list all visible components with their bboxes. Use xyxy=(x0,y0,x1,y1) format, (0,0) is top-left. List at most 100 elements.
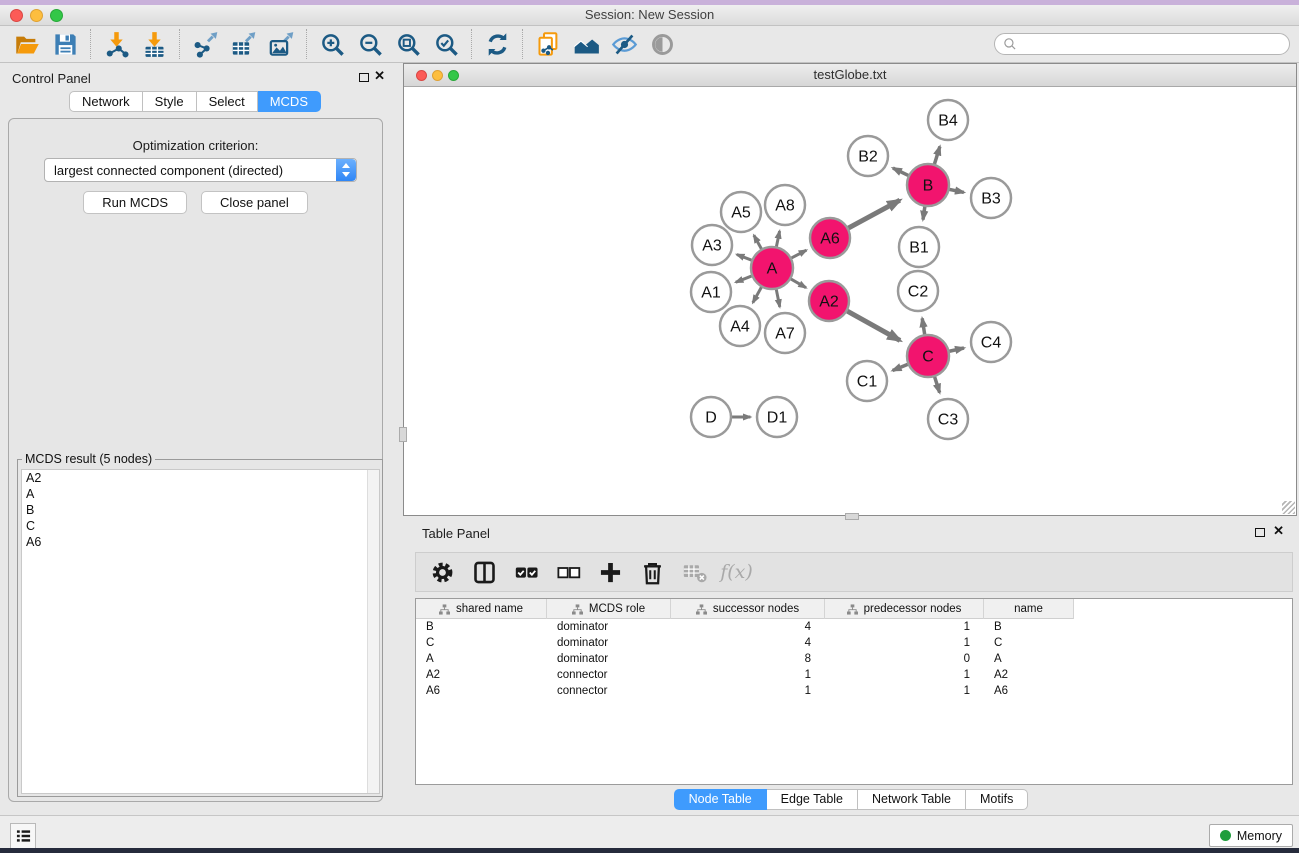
export-network-button[interactable] xyxy=(186,28,224,60)
search-input[interactable] xyxy=(1018,37,1289,51)
window-titlebar[interactable]: Session: New Session xyxy=(0,5,1299,26)
home-button[interactable] xyxy=(567,28,605,60)
table-row[interactable]: Bdominator41B xyxy=(416,619,1292,635)
node-label-B3: B3 xyxy=(981,191,1001,208)
toolbar-separator xyxy=(471,29,472,59)
optimization-criterion-select[interactable]: largest connected component (directed) xyxy=(44,158,357,182)
cell-shared-name: B xyxy=(416,619,547,635)
clone-network-button[interactable] xyxy=(529,28,567,60)
node-label-A3: A3 xyxy=(702,238,722,255)
zoom-selected-button[interactable] xyxy=(427,28,465,60)
zoom-in-button[interactable] xyxy=(313,28,351,60)
node-label-C: C xyxy=(922,349,934,366)
result-item[interactable]: A6 xyxy=(22,534,379,550)
table-panel-close-icon[interactable]: ✕ xyxy=(1273,523,1284,539)
column-header-successor-nodes[interactable]: successor nodes xyxy=(671,599,825,619)
export-table-button[interactable] xyxy=(224,28,262,60)
tab-style[interactable]: Style xyxy=(143,91,197,112)
import-network-button[interactable] xyxy=(97,28,135,60)
function-builder-button: f(x) xyxy=(720,556,753,588)
table-panel-float-button[interactable] xyxy=(1255,528,1265,537)
show-details-button[interactable] xyxy=(643,28,681,60)
control-panel-float-button[interactable] xyxy=(359,73,369,82)
network-graph[interactable]: B4B2BB3A8A5A6A3B1AC2A1A2A4A7C4CC1C3DD1 xyxy=(404,87,1296,515)
table-row[interactable]: Adominator80A xyxy=(416,651,1292,667)
save-session-button[interactable] xyxy=(46,28,84,60)
memory-button[interactable]: Memory xyxy=(1209,824,1293,847)
zoom-selected-icon xyxy=(433,31,460,58)
tab-select[interactable]: Select xyxy=(197,91,258,112)
open-session-button[interactable] xyxy=(8,28,46,60)
mcds-result-title: MCDS result (5 nodes) xyxy=(22,452,155,466)
select-all-rows-icon xyxy=(513,559,540,586)
export-table-icon xyxy=(230,31,257,58)
toggle-columns-button[interactable] xyxy=(468,556,501,588)
memory-label: Memory xyxy=(1237,829,1282,843)
export-image-button[interactable] xyxy=(262,28,300,60)
result-item[interactable]: B xyxy=(22,502,379,518)
network-window-titlebar[interactable]: testGlobe.txt xyxy=(404,64,1296,87)
table-panel: Table Panel ✕ f(x) shared nameMCDS roles… xyxy=(403,518,1299,815)
unselect-all-rows-button[interactable] xyxy=(552,556,585,588)
tab-network[interactable]: Network xyxy=(69,91,143,112)
save-session-icon xyxy=(52,31,79,58)
resize-grip-icon[interactable] xyxy=(1282,501,1295,514)
table-body: Bdominator41BCdominator41CAdominator80AA… xyxy=(416,619,1292,699)
network-view-window[interactable]: testGlobe.txt B4B2BB3A8A5A6A3B1AC2A1A2A4… xyxy=(403,63,1297,516)
refresh-button[interactable] xyxy=(478,28,516,60)
node-label-C1: C1 xyxy=(857,374,878,391)
desktop-strip-bottom xyxy=(0,848,1299,853)
edge-A2-C[interactable] xyxy=(845,310,900,341)
table-row[interactable]: A2connector11A2 xyxy=(416,667,1292,683)
function-builder-icon: f(x) xyxy=(720,561,753,583)
cell-shared-name: A xyxy=(416,651,547,667)
unselect-all-rows-icon xyxy=(555,559,582,586)
control-panel-close-icon[interactable]: ✕ xyxy=(374,68,385,84)
search-box[interactable] xyxy=(994,33,1290,55)
result-item[interactable]: A xyxy=(22,486,379,502)
delete-row-button[interactable] xyxy=(636,556,669,588)
zoom-out-icon xyxy=(357,31,384,58)
column-header-predecessor-nodes[interactable]: predecessor nodes xyxy=(825,599,984,619)
column-header-name[interactable]: name xyxy=(984,599,1074,619)
attributes-gear-button[interactable] xyxy=(426,556,459,588)
edge-A6-B[interactable] xyxy=(846,200,900,229)
node-label-A7: A7 xyxy=(775,326,795,343)
result-list-scrollbar[interactable] xyxy=(367,470,379,793)
select-all-rows-button[interactable] xyxy=(510,556,543,588)
search-icon xyxy=(1002,36,1018,52)
zoom-fit-button[interactable] xyxy=(389,28,427,60)
result-item[interactable]: A2 xyxy=(22,470,379,486)
cell-name: A2 xyxy=(984,667,1074,683)
left-pane-handle[interactable] xyxy=(399,427,407,442)
control-panel: Control Panel ✕ NetworkStyleSelectMCDS O… xyxy=(0,63,390,815)
column-label: predecessor nodes xyxy=(864,603,962,615)
delete-row-icon xyxy=(639,559,666,586)
network-canvas[interactable]: B4B2BB3A8A5A6A3B1AC2A1A2A4A7C4CC1C3DD1 xyxy=(404,87,1296,515)
hide-details-button[interactable] xyxy=(605,28,643,60)
optimization-criterion-value: largest connected component (directed) xyxy=(54,163,283,178)
cell-shared-name: A2 xyxy=(416,667,547,683)
table-header-row: shared nameMCDS rolesuccessor nodes prede… xyxy=(416,599,1292,619)
tab-motifs[interactable]: Motifs xyxy=(966,789,1028,810)
tab-node-table[interactable]: Node Table xyxy=(674,789,767,810)
column-header-shared-name[interactable]: shared name xyxy=(416,599,547,619)
close-panel-button[interactable]: Close panel xyxy=(201,191,308,214)
show-panels-button[interactable] xyxy=(10,823,36,849)
tab-network-table[interactable]: Network Table xyxy=(858,789,966,810)
add-row-button[interactable] xyxy=(594,556,627,588)
table-row[interactable]: A6connector11A6 xyxy=(416,683,1292,699)
tab-edge-table[interactable]: Edge Table xyxy=(767,789,858,810)
import-table-button[interactable] xyxy=(135,28,173,60)
node-label-C4: C4 xyxy=(981,335,1002,352)
table-row[interactable]: Cdominator41C xyxy=(416,635,1292,651)
zoom-out-button[interactable] xyxy=(351,28,389,60)
tab-mcds[interactable]: MCDS xyxy=(258,91,321,112)
column-header-mcds-role[interactable]: MCDS role xyxy=(547,599,671,619)
result-item[interactable]: C xyxy=(22,518,379,534)
hierarchy-icon xyxy=(439,604,450,615)
mcds-result-list[interactable]: A2ABCA6 xyxy=(21,469,380,794)
zoom-fit-icon xyxy=(395,31,422,58)
cell-mcds-role: dominator xyxy=(547,619,671,635)
run-mcds-button[interactable]: Run MCDS xyxy=(83,191,187,214)
